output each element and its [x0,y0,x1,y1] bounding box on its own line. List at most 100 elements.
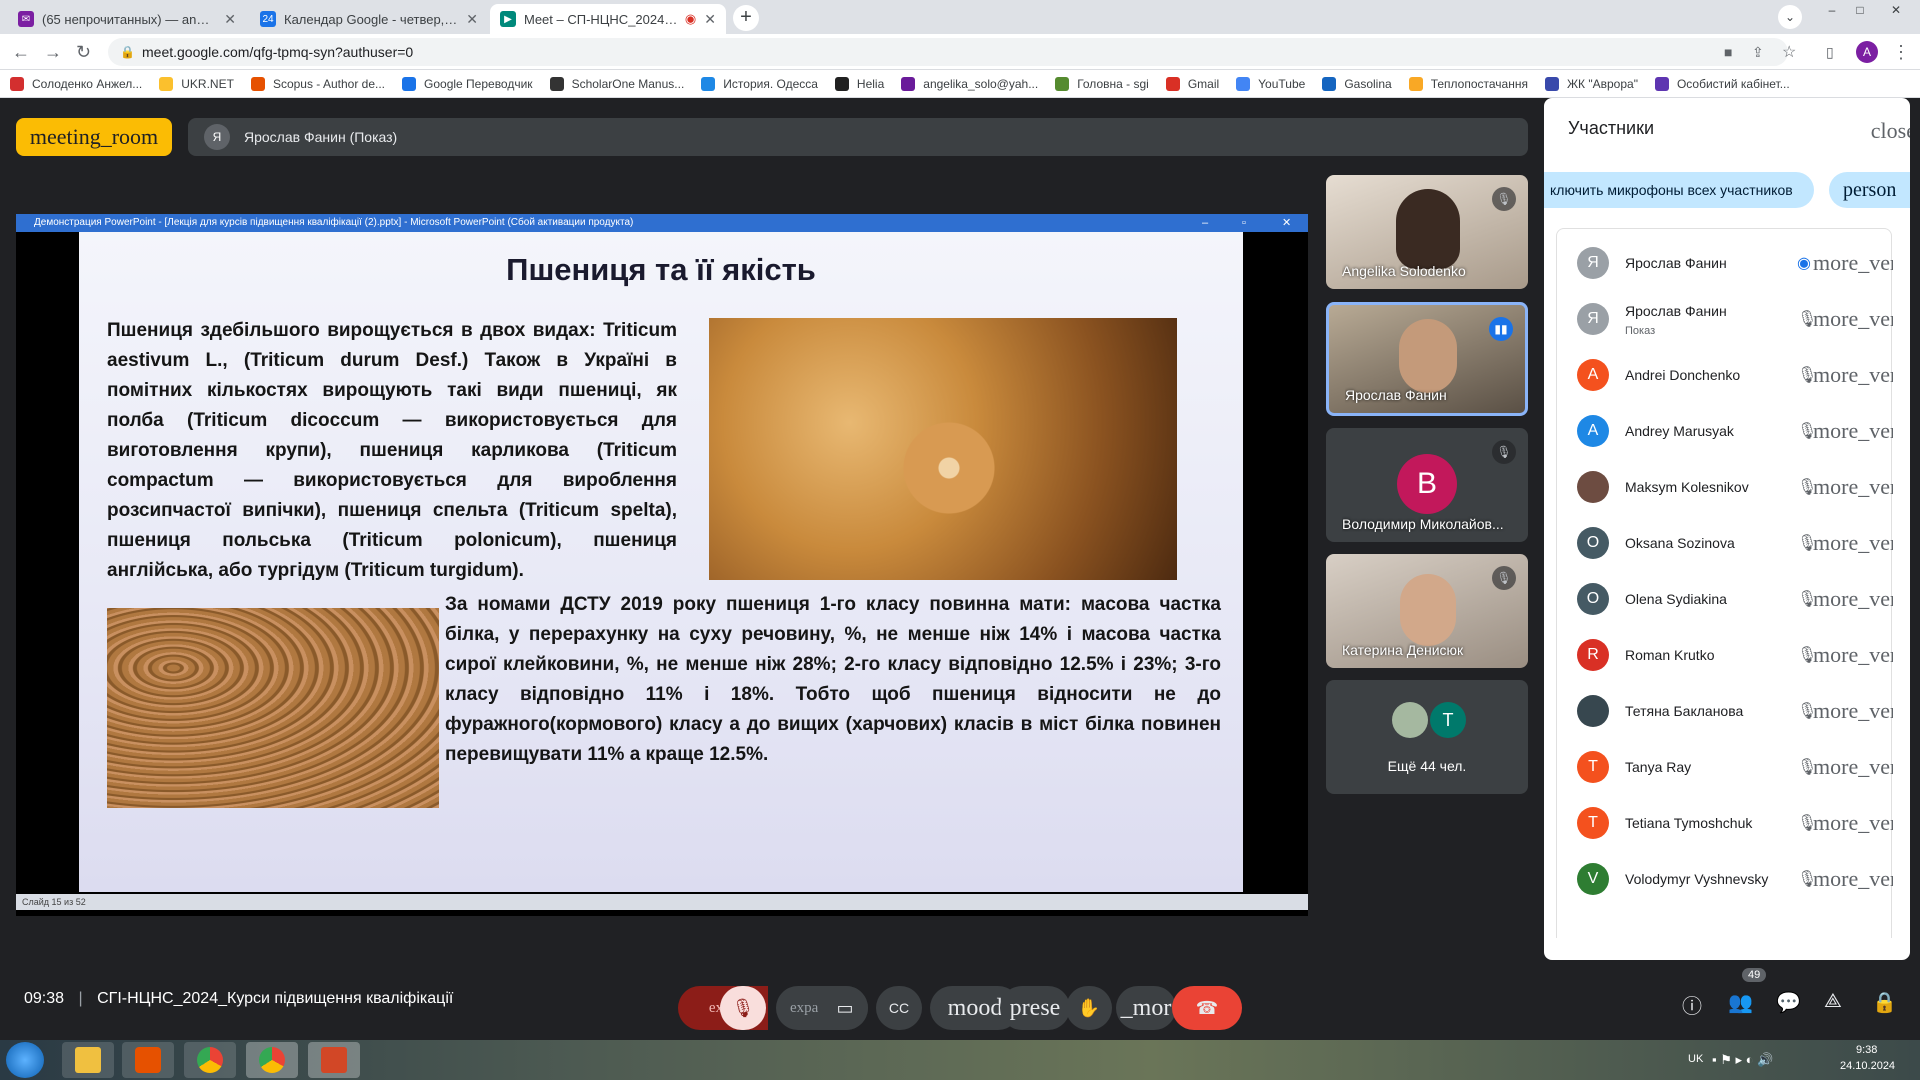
participant-more-button[interactable]: more_vert [1813,754,1893,780]
bookmarks-bar: Солоденко Анжел... UKR.NET Scopus - Author… [0,70,1920,98]
tray-date[interactable]: 24.10.2024 [1840,1060,1895,1072]
bookmark-star-icon[interactable]: ☆ [1782,42,1796,62]
participant-row[interactable]: Maksym Kolesnikov🎙more_vert [1557,459,1893,515]
tray-icons[interactable]: ▪ ⚑ ▸ ◐ 🔊 [1712,1052,1773,1068]
close-tab-icon[interactable]: ✕ [704,11,716,28]
camera-button[interactable]: ▭ [822,986,868,1030]
participant-row[interactable]: AAndrey Marusyak🎙more_vert [1557,403,1893,459]
activities-icon[interactable]: ⟁ [1824,990,1842,1013]
bookmark-item[interactable]: История. Одесса [701,76,818,91]
participant-more-button[interactable]: more_vert [1813,362,1893,388]
add-person-button[interactable]: person [1829,172,1910,208]
participant-row[interactable]: VVolodymyr Vyshnevsky🎙more_vert [1557,851,1893,907]
menu-icon[interactable]: ⋮ [1892,42,1910,63]
participant-more-button[interactable]: more_vert [1813,698,1893,724]
maximize-icon[interactable]: □ [1846,0,1874,24]
new-tab-button[interactable]: + [733,5,759,31]
url-input[interactable]: 🔒 meet.google.com/qfg-tpmq-syn?authuser=… [108,38,1788,66]
bookmark-item[interactable]: angelika_solo@yah... [901,76,1038,91]
participant-more-button[interactable]: more_vert [1813,586,1893,612]
taskbar-media[interactable] [122,1042,174,1078]
participant-more-button[interactable]: more_vert [1813,418,1893,444]
taskbar-chrome[interactable] [184,1042,236,1078]
mute-all-button[interactable]: ключить микрофоны всех участников [1544,172,1814,208]
bookmark-item[interactable]: Головна - sgi [1055,76,1149,91]
profile-avatar[interactable]: A [1856,41,1878,63]
back-icon[interactable]: ← [12,42,30,63]
participant-row[interactable]: TTanya Ray🎙more_vert [1557,739,1893,795]
participant-more-button[interactable]: more_vert [1813,306,1893,332]
sidepanel-icon[interactable]: ▯ [1826,44,1834,61]
more-participants-tile[interactable]: Т Ещё 44 чел. [1326,680,1528,794]
share-icon[interactable]: ⇪ [1752,44,1764,61]
meet-icon: ▶ [500,11,516,27]
participant-more-button[interactable]: more_vert [1813,642,1893,668]
bookmark-item[interactable]: Scopus - Author de... [250,76,385,91]
close-tab-icon[interactable]: ✕ [466,11,478,28]
bookmark-item[interactable]: Gmail [1165,76,1219,91]
bookmark-item[interactable]: Google Переводчик [402,76,533,91]
start-button[interactable] [6,1042,44,1078]
chat-icon[interactable]: 💬 [1776,990,1801,1015]
bookmark-item[interactable]: Helia [834,76,884,91]
participant-thumb [1392,702,1428,738]
taskbar-powerpoint[interactable] [308,1042,360,1078]
bookmark-item[interactable]: Gasolina [1322,76,1392,91]
participant-name: Roman Krutko [1625,647,1715,663]
participant-more-button[interactable]: more_vert [1813,530,1893,556]
browser-tab-mail[interactable]: ✉ (65 непрочитанных) — angelika ✕ [8,4,246,34]
participant-more-button[interactable]: more_vert [1813,474,1893,500]
participant-more-button[interactable]: more_vert [1813,250,1893,276]
participant-tile-speaking[interactable]: ▮▮ Ярослав Фанин [1326,302,1528,416]
meeting-room-button[interactable]: meeting_room [16,118,172,156]
browser-tab-meet[interactable]: ▶ Meet – СП-НЦНС_2024_Кур ◉ ✕ [490,4,726,34]
tab-search-icon[interactable]: ⌄ [1778,5,1802,29]
tab-title: (65 непрочитанных) — angelika [42,11,217,27]
captions-button[interactable]: CC [876,986,922,1030]
hang-up-icon: ☎ [1195,998,1219,1018]
taskbar-chrome-profile[interactable] [246,1042,298,1078]
raise-hand-button[interactable]: ✋ [1066,986,1112,1030]
bookmark-item[interactable]: ScholarOne Manus... [549,76,684,91]
participant-status: Показ [1625,325,1656,337]
participant-more-button[interactable]: more_vert [1813,866,1893,892]
present-button[interactable]: prese [1000,986,1070,1030]
participant-tile[interactable]: 🎙 Angelika Solodenko [1326,175,1528,289]
more-options-button[interactable]: _mor [1116,986,1176,1030]
leave-call-button[interactable]: ☎ [1172,986,1242,1030]
presenter-bar: Я Ярослав Фанин (Показ) [188,118,1528,156]
participant-row[interactable]: TTetiana Tymoshchuk🎙more_vert [1557,795,1893,851]
taskbar-explorer[interactable] [62,1042,114,1078]
panel-title: Участники [1568,118,1654,138]
participant-row[interactable]: Я Ярослав Фанин ◉more_vert [1557,235,1893,291]
forward-icon[interactable]: → [44,42,62,63]
bookmark-item[interactable]: Солоденко Анжел... [10,76,142,91]
people-icon[interactable]: 👥 [1728,990,1753,1015]
participant-tile[interactable]: 🎙 Катерина Денисюк [1326,554,1528,668]
browser-tab-calendar[interactable]: 24 Календар Google - четвер, 24 ж ✕ [250,4,488,34]
participant-row[interactable]: AAndrei Donchenko🎙more_vert [1557,347,1893,403]
bookmark-item[interactable]: Теплопостачання [1408,76,1528,91]
participant-more-button[interactable]: more_vert [1813,810,1893,836]
participant-tile[interactable]: В 🎙 Володимир Миколайов... [1326,428,1528,542]
participant-row[interactable]: OOksana Sozinova🎙more_vert [1557,515,1893,571]
participant-row[interactable]: OOlena Sydiakina🎙more_vert [1557,571,1893,627]
close-panel-button[interactable]: close [1871,118,1910,144]
tray-time[interactable]: 9:38 [1856,1044,1877,1056]
bookmark-item[interactable]: UKR.NET [159,76,234,91]
mic-off-button[interactable]: 🎙 [720,986,766,1030]
participant-row[interactable]: RRoman Krutko🎙more_vert [1557,627,1893,683]
close-window-icon[interactable]: ✕ [1876,0,1916,24]
minimize-icon[interactable]: – [1818,0,1846,24]
language-indicator[interactable]: UK [1688,1053,1703,1065]
bookmark-item[interactable]: YouTube [1236,76,1305,91]
host-controls-icon[interactable]: 🔒 [1872,990,1897,1015]
reload-icon[interactable]: ↻ [76,42,91,63]
close-tab-icon[interactable]: ✕ [224,11,236,28]
bookmark-item[interactable]: Особистий кабінет... [1654,76,1790,91]
info-icon[interactable]: ⓘ [1682,990,1702,1019]
participant-row[interactable]: Тетяна Бакланова🎙more_vert [1557,683,1893,739]
camera-icon[interactable]: ■ [1724,44,1732,60]
bookmark-item[interactable]: ЖК "Аврора" [1544,76,1638,91]
participant-row[interactable]: ЯЯрослав ФанинПоказ🎙more_vert [1557,291,1893,347]
